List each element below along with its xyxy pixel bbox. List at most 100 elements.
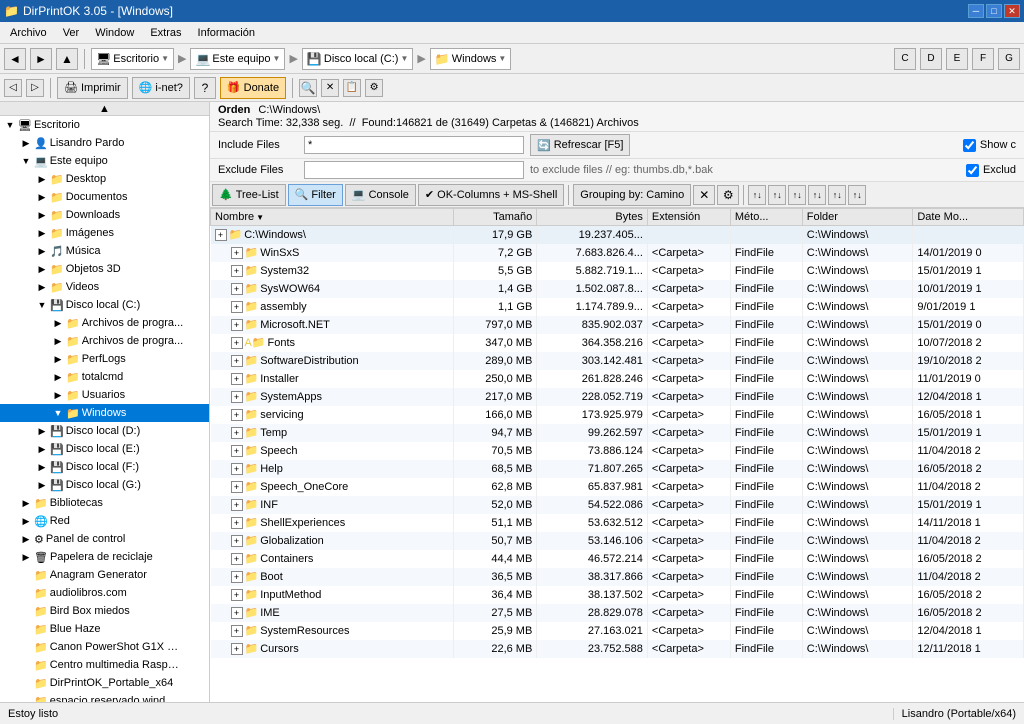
exclude-files-input[interactable] bbox=[304, 161, 524, 179]
row-expand[interactable]: + bbox=[231, 463, 243, 475]
toggle-objetos3d[interactable]: ▶ bbox=[34, 261, 50, 277]
settings-icon-btn[interactable]: ⚙ bbox=[365, 79, 383, 97]
col-nombre[interactable]: Nombre▼ bbox=[211, 209, 454, 226]
col-extension[interactable]: Extensión bbox=[647, 209, 730, 226]
row-expand[interactable]: + bbox=[231, 319, 243, 331]
path-disco[interactable]: 💾 Disco local (C:) ▼ bbox=[302, 48, 413, 70]
ok-columns-button[interactable]: ✔ OK-Columns + MS-Shell bbox=[418, 184, 564, 206]
table-row[interactable]: +📁ShellExperiences51,1 MB53.632.512<Carp… bbox=[211, 514, 1024, 532]
tree-item-musica[interactable]: ▶ 🎵 Música bbox=[0, 242, 209, 260]
table-row[interactable]: +📁Installer250,0 MB261.828.246<Carpeta>F… bbox=[211, 370, 1024, 388]
table-row[interactable]: +📁SysWOW641,4 GB1.502.087.8...<Carpeta>F… bbox=[211, 280, 1024, 298]
row-expand[interactable]: + bbox=[231, 445, 243, 457]
table-row[interactable]: +📁C:\Windows\17,9 GB19.237.405...C:\Wind… bbox=[211, 226, 1024, 244]
row-expand[interactable]: + bbox=[231, 517, 243, 529]
toggle-bibliotecas[interactable]: ▶ bbox=[18, 495, 34, 511]
menu-extras[interactable]: Extras bbox=[142, 25, 189, 41]
nav-back-button[interactable]: ◄ bbox=[4, 48, 26, 70]
donate-button[interactable]: 🎁 Donate bbox=[220, 77, 286, 99]
toggle-imagenes[interactable]: ▶ bbox=[34, 225, 50, 241]
tree-list-button[interactable]: 🌲 Tree-List bbox=[212, 184, 286, 206]
path-escritorio[interactable]: 🖥 Escritorio ▼ bbox=[91, 48, 174, 70]
sort-icon-btn5[interactable]: ↑↓ bbox=[828, 185, 846, 205]
help-button[interactable]: ? bbox=[194, 77, 216, 99]
tree-item-usuarios[interactable]: ▶ 📁 Usuarios bbox=[0, 386, 209, 404]
table-row[interactable]: +📁Speech_OneCore62,8 MB65.837.981<Carpet… bbox=[211, 478, 1024, 496]
toggle-disco-e[interactable]: ▶ bbox=[34, 441, 50, 457]
table-row[interactable]: +📁Temp94,7 MB99.262.597<Carpeta>FindFile… bbox=[211, 424, 1024, 442]
toolbar-icon1[interactable]: ◁ bbox=[4, 79, 22, 97]
maximize-button[interactable]: □ bbox=[986, 4, 1002, 18]
nav-up-button[interactable]: ▲ bbox=[56, 48, 78, 70]
tree-item-desktop[interactable]: ▶ 📁 Desktop bbox=[0, 170, 209, 188]
print-button[interactable]: 🖨 Imprimir bbox=[57, 77, 128, 99]
drive-icon-c[interactable]: C bbox=[894, 48, 916, 70]
toggle-documentos[interactable]: ▶ bbox=[34, 189, 50, 205]
toggle-papelera[interactable]: ▶ bbox=[18, 549, 34, 565]
toggle-windows[interactable]: ▼ bbox=[50, 405, 66, 421]
toggle-este-equipo[interactable]: ▼ bbox=[18, 153, 34, 169]
tree-item-disco-d[interactable]: ▶ 💾 Disco local (D:) bbox=[0, 422, 209, 440]
table-row[interactable]: +📁System325,5 GB5.882.719.1...<Carpeta>F… bbox=[211, 262, 1024, 280]
tree-item-lisandro[interactable]: ▶ 👤 Lisandro Pardo bbox=[0, 134, 209, 152]
drive-icon-d[interactable]: D bbox=[920, 48, 942, 70]
settings-action-button[interactable]: ⚙ bbox=[717, 185, 739, 205]
table-row[interactable]: +📁Boot36,5 MB38.317.866<Carpeta>FindFile… bbox=[211, 568, 1024, 586]
table-row[interactable]: +📁InputMethod36,4 MB38.137.502<Carpeta>F… bbox=[211, 586, 1024, 604]
drive-icon-g[interactable]: G bbox=[998, 48, 1020, 70]
delete-icon-btn[interactable]: ✕ bbox=[321, 79, 339, 97]
table-row[interactable]: +A📁Fonts347,0 MB364.358.216<Carpeta>Find… bbox=[211, 334, 1024, 352]
row-expand[interactable]: + bbox=[231, 247, 243, 259]
row-expand[interactable]: + bbox=[231, 283, 243, 295]
toggle-panel-control[interactable]: ▶ bbox=[18, 531, 34, 547]
tree-item-birdbox[interactable]: ▶ 📁 Bird Box miedos bbox=[0, 602, 209, 620]
tree-item-windows[interactable]: ▼ 📁 Windows bbox=[0, 404, 209, 422]
col-tamano[interactable]: Tamaño bbox=[454, 209, 537, 226]
tree-item-disco-f[interactable]: ▶ 💾 Disco local (F:) bbox=[0, 458, 209, 476]
tree-item-disco-c[interactable]: ▼ 💾 Disco local (C:) bbox=[0, 296, 209, 314]
row-expand[interactable]: + bbox=[231, 373, 243, 385]
toggle-usuarios[interactable]: ▶ bbox=[50, 387, 66, 403]
delete-action-button[interactable]: ✕ bbox=[693, 185, 715, 205]
tree-item-objetos3d[interactable]: ▶ 📁 Objetos 3D bbox=[0, 260, 209, 278]
col-folder[interactable]: Folder bbox=[802, 209, 913, 226]
grouping-button[interactable]: Grouping by: Camino bbox=[573, 184, 691, 206]
tree-item-bibliotecas[interactable]: ▶ 📁 Bibliotecas bbox=[0, 494, 209, 512]
table-row[interactable]: +📁Speech70,5 MB73.886.124<Carpeta>FindFi… bbox=[211, 442, 1024, 460]
row-expand[interactable]: + bbox=[231, 391, 243, 403]
tree-item-escritorio[interactable]: ▼ 🖥 Escritorio bbox=[0, 116, 209, 134]
tree-item-papelera[interactable]: ▶ 🗑 Papelera de reciclaje bbox=[0, 548, 209, 566]
menu-ver[interactable]: Ver bbox=[55, 25, 88, 41]
toggle-escritorio[interactable]: ▼ bbox=[2, 117, 18, 133]
row-expand[interactable]: + bbox=[231, 337, 243, 349]
row-expand[interactable]: + bbox=[215, 229, 227, 241]
tree-scroll-up[interactable]: ▲ bbox=[0, 102, 209, 116]
table-row[interactable]: +📁SystemResources25,9 MB27.163.021<Carpe… bbox=[211, 622, 1024, 640]
tree-item-imagenes[interactable]: ▶ 📁 Imágenes bbox=[0, 224, 209, 242]
toggle-lisandro[interactable]: ▶ bbox=[18, 135, 34, 151]
row-expand[interactable]: + bbox=[231, 571, 243, 583]
table-row[interactable]: +📁Globalization50,7 MB53.146.106<Carpeta… bbox=[211, 532, 1024, 550]
tree-item-archivos2[interactable]: ▶ 📁 Archivos de progra... bbox=[0, 332, 209, 350]
table-row[interactable]: +📁servicing166,0 MB173.925.979<Carpeta>F… bbox=[211, 406, 1024, 424]
exclud-checkbox[interactable] bbox=[966, 164, 979, 177]
tree-item-este-equipo[interactable]: ▼ 💻 Este equipo bbox=[0, 152, 209, 170]
row-expand[interactable]: + bbox=[231, 427, 243, 439]
toggle-red[interactable]: ▶ bbox=[18, 513, 34, 529]
show-checkbox[interactable] bbox=[963, 139, 976, 152]
sort-icon-btn3[interactable]: ↑↓ bbox=[788, 185, 806, 205]
tree-item-disco-e[interactable]: ▶ 💾 Disco local (E:) bbox=[0, 440, 209, 458]
path-windows[interactable]: 📁 Windows ▼ bbox=[430, 48, 512, 70]
console-button[interactable]: 💻 Console bbox=[345, 184, 416, 206]
table-row[interactable]: +📁Help68,5 MB71.807.265<Carpeta>FindFile… bbox=[211, 460, 1024, 478]
row-expand[interactable]: + bbox=[231, 625, 243, 637]
filter-button[interactable]: 🔍 Filter bbox=[288, 184, 343, 206]
col-metodo[interactable]: Méto... bbox=[730, 209, 802, 226]
path-equipo[interactable]: 💻 Este equipo ▼ bbox=[190, 48, 285, 70]
toggle-perflogs[interactable]: ▶ bbox=[50, 351, 66, 367]
toggle-archivos2[interactable]: ▶ bbox=[50, 333, 66, 349]
row-expand[interactable]: + bbox=[231, 409, 243, 421]
table-row[interactable]: +📁SoftwareDistribution289,0 MB303.142.48… bbox=[211, 352, 1024, 370]
tree-item-canon[interactable]: ▶ 📁 Canon PowerShot G1X Mar... bbox=[0, 638, 209, 656]
row-expand[interactable]: + bbox=[231, 265, 243, 277]
